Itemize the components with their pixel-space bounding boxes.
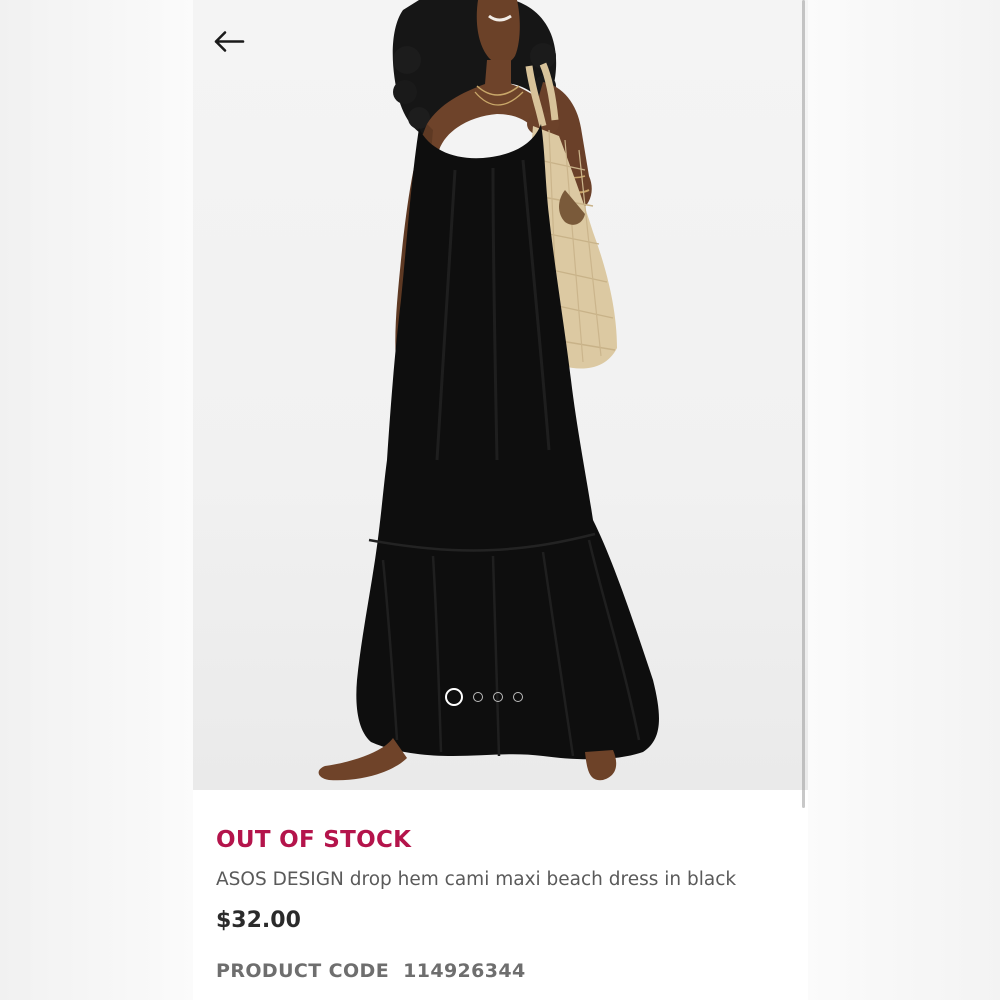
pagination-dot[interactable] [513, 692, 523, 702]
back-button[interactable] [209, 22, 249, 62]
product-name: ASOS DESIGN drop hem cami maxi beach dre… [216, 869, 737, 890]
scroll-indicator [802, 0, 805, 808]
product-code-value: 114926344 [403, 960, 526, 982]
product-info: OUT OF STOCK ASOS DESIGN drop hem cami m… [216, 822, 796, 987]
product-code-label: PRODUCT CODE [216, 960, 390, 982]
product-price: $32.00 [216, 908, 301, 933]
pagination-dot[interactable] [493, 692, 503, 702]
pagination-dot[interactable] [473, 692, 483, 702]
pagination-dot[interactable] [445, 688, 463, 706]
stock-status: OUT OF STOCK [216, 827, 412, 853]
arrow-left-icon [214, 31, 245, 52]
product-image-gallery[interactable] [193, 0, 808, 790]
product-image [318, 0, 659, 781]
product-page: OUT OF STOCK ASOS DESIGN drop hem cami m… [193, 0, 808, 1000]
product-code-row: PRODUCT CODE 114926344 [216, 955, 796, 987]
image-pagination [445, 688, 523, 706]
